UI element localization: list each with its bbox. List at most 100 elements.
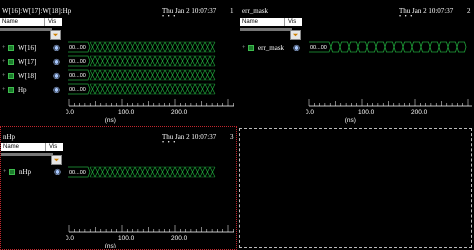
bus-value-label: 00...00 <box>69 59 86 65</box>
signal-row-hp[interactable]: + Hp ◉ <box>2 85 62 95</box>
tick-label: 100.0 <box>118 109 135 116</box>
expand-plus-icon[interactable]: + <box>2 85 5 95</box>
bus-transition <box>134 166 141 178</box>
bus-transition <box>94 55 101 67</box>
tick-label: 0.0 <box>306 109 314 116</box>
name-column-label: Name <box>2 19 19 25</box>
column-separator[interactable] <box>44 18 45 26</box>
vis-column-label: Vis <box>48 19 57 25</box>
waveform-canvas[interactable]: 00...00 00...00 00...00 00...00 0.0 100.0 200… <box>66 36 236 126</box>
bus-transition <box>89 55 96 67</box>
bus-transition <box>89 69 96 81</box>
bus-transition <box>184 55 191 67</box>
bus-transition <box>204 55 211 67</box>
bus-transition <box>149 83 156 95</box>
expand-plus-icon[interactable]: + <box>2 57 5 67</box>
tick-label: 0.0 <box>66 109 74 116</box>
bus-transition <box>154 166 161 178</box>
filter-funnel-icon[interactable]: ⏷ <box>51 155 62 165</box>
waveform-pane-1[interactable]: W[16]:W[17]:W[18]:Hp Thu Jan 2 10:07:37 … <box>0 0 237 126</box>
waveform-canvas[interactable]: 00...00 0.0 100.0 200.0 (ns) <box>66 162 236 248</box>
eye-icon[interactable]: ◉ <box>293 43 300 53</box>
bus-transition <box>104 55 111 67</box>
bus-transition <box>99 41 106 53</box>
filter-funnel-icon[interactable]: ⏷ <box>50 30 61 40</box>
waveform-traces: 00...00 00...00 00...00 00...00 <box>68 41 216 95</box>
filter-funnel-icon[interactable]: ⏷ <box>290 30 301 40</box>
eye-icon[interactable]: ◉ <box>53 57 60 67</box>
tick-label: 100.0 <box>358 109 375 116</box>
bus-signal-icon <box>8 73 14 79</box>
signal-list-scrollbar[interactable] <box>240 28 292 31</box>
bus-transition <box>164 83 171 95</box>
signal-name: W[18] <box>18 72 37 80</box>
eye-icon[interactable]: ◉ <box>54 167 61 177</box>
empty-pane-4[interactable] <box>239 128 472 248</box>
bus-transition <box>109 41 116 53</box>
signal-column-header[interactable]: Name Vis <box>0 18 62 26</box>
bus-segment <box>447 41 458 53</box>
waveform-canvas[interactable]: 00...00 0.0 100.0 200.0 (ns) <box>306 36 473 126</box>
bus-transition <box>109 83 116 95</box>
bus-transition <box>124 83 131 95</box>
waveform-traces: 00...00 <box>68 166 216 178</box>
signal-column-header[interactable]: Name Vis <box>1 143 63 151</box>
tick-label: 200.0 <box>171 109 188 116</box>
bus-transition <box>154 83 161 95</box>
waveform-pane-3[interactable]: nHp Thu Jan 2 10:07:37 • • • 3 Name Vis … <box>0 126 237 250</box>
bus-transition <box>124 69 131 81</box>
bus-transition <box>209 83 216 95</box>
bus-transition <box>124 41 131 53</box>
bus-transition <box>184 83 191 95</box>
time-axis: 0.0 100.0 200.0 (ns) <box>66 225 234 248</box>
bus-signal-icon <box>8 59 14 65</box>
bus-transition <box>204 83 211 95</box>
bus-transition <box>149 41 156 53</box>
bus-segment <box>402 41 413 53</box>
eye-icon[interactable]: ◉ <box>53 43 60 53</box>
axis-unit-label: (ns) <box>105 243 116 248</box>
timestamp-dots: • • • <box>399 14 414 20</box>
eye-icon[interactable]: ◉ <box>53 71 60 81</box>
signal-row-w16[interactable]: + W[16] ◉ <box>2 43 62 53</box>
column-separator[interactable] <box>284 18 285 26</box>
bus-signal-icon <box>9 169 15 175</box>
bus-transition <box>139 41 146 53</box>
bus-transition <box>169 166 176 178</box>
bus-transition <box>179 166 186 178</box>
bus-transition <box>94 69 101 81</box>
bus-transition <box>114 69 121 81</box>
signal-row-w18[interactable]: + W[18] ◉ <box>2 71 62 81</box>
bus-segment <box>330 41 341 53</box>
bus-segment <box>384 41 395 53</box>
bus-value-label: 00...00 <box>69 45 86 51</box>
bus-transition <box>99 69 106 81</box>
column-separator[interactable] <box>45 143 46 151</box>
bus-signal-icon <box>248 45 254 51</box>
bus-transition <box>129 41 136 53</box>
expand-plus-icon[interactable]: + <box>3 167 6 177</box>
bus-transition <box>179 55 186 67</box>
bus-transition <box>94 166 101 178</box>
bus-transition <box>184 69 191 81</box>
signal-row-w17[interactable]: + W[17] ◉ <box>2 57 62 67</box>
bus-transition <box>139 69 146 81</box>
bus-transition <box>99 166 106 178</box>
expand-plus-icon[interactable]: + <box>2 71 5 81</box>
bus-transition <box>199 55 206 67</box>
bus-transition <box>204 41 211 53</box>
eye-icon[interactable]: ◉ <box>53 85 60 95</box>
signal-row-nhp[interactable]: + nHp ◉ <box>3 167 63 177</box>
bus-transition <box>124 55 131 67</box>
signal-list-scrollbar[interactable] <box>0 28 52 31</box>
expand-plus-icon[interactable]: + <box>242 43 245 53</box>
bus-transition <box>129 69 136 81</box>
expand-plus-icon[interactable]: + <box>2 43 5 53</box>
pane-number: 2 <box>467 7 471 15</box>
signal-list-scrollbar[interactable] <box>1 153 53 156</box>
bus-transition <box>159 41 166 53</box>
signal-column-header[interactable]: Name Vis <box>240 18 302 26</box>
signal-name: W[16] <box>18 44 37 52</box>
waveform-pane-2[interactable]: err_mask Thu Jan 2 10:07:37 • • • 2 Name… <box>237 0 474 126</box>
signal-row-err-mask[interactable]: + err_mask ◉ <box>242 43 302 53</box>
